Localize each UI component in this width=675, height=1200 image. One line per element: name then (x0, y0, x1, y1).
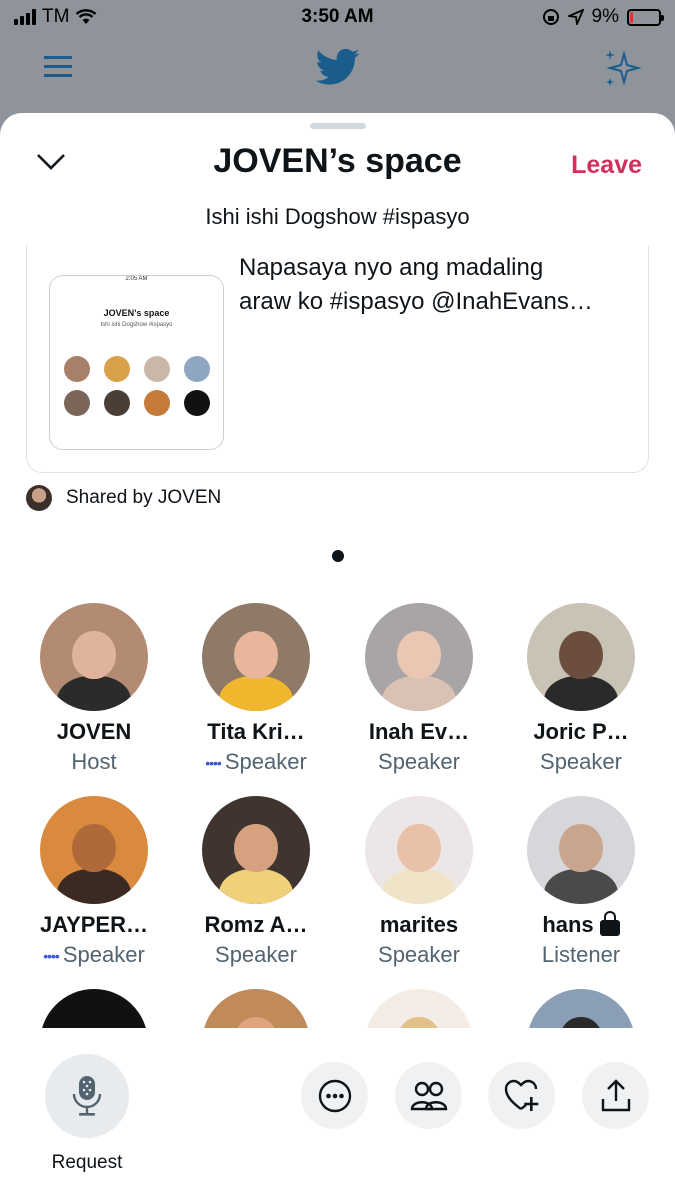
avatar (527, 796, 635, 904)
share-icon (601, 1078, 630, 1111)
participant-name: Romz A… (175, 912, 337, 938)
participant-tile[interactable]: hans Listener (500, 796, 662, 968)
avatar (26, 485, 52, 511)
avatar (40, 603, 148, 711)
status-right: 9% (542, 6, 664, 28)
participant-tile[interactable] (338, 989, 500, 1028)
participant-role-text: Speaker (378, 942, 460, 967)
space-sheet: JOVEN’s space Leave Ishi ishi Dogshow #i… (0, 113, 675, 1200)
participant-role: Listener (500, 942, 662, 968)
participant-name-text: Inah Ev… (368, 719, 470, 744)
participant-tile[interactable] (13, 989, 175, 1028)
participant-tile[interactable]: Inah Ev… Speaker (338, 603, 500, 775)
participant-role: •••• Speaker (175, 749, 337, 775)
request-label: Request (51, 1152, 123, 1173)
participant-tile[interactable] (500, 989, 662, 1028)
space-controls: Request (0, 1028, 675, 1200)
participant-role: Host (13, 749, 175, 775)
participant-tile[interactable]: Joric P… Speaker (500, 603, 662, 775)
page-indicator (332, 550, 344, 562)
avatar (365, 796, 473, 904)
participant-name-text: JOVEN (56, 719, 132, 744)
participant-tile[interactable]: Tita Kri… •••• Speaker (175, 603, 337, 775)
participant-role-text: Speaker (215, 942, 297, 967)
participant-role: •••• Speaker (13, 942, 175, 968)
participant-role: Speaker (338, 942, 500, 968)
tweet-text-line: Napasaya nyo ang madaling (239, 254, 544, 281)
avatar (527, 603, 635, 711)
battery-icon (627, 8, 664, 26)
app-bar (0, 34, 675, 114)
more-button[interactable] (301, 1062, 368, 1129)
speaking-indicator-icon: •••• (205, 755, 222, 772)
avatar (527, 989, 635, 1028)
participant-name: hans (500, 911, 662, 938)
twitter-bird-icon (316, 48, 360, 85)
menu-icon[interactable] (44, 54, 72, 80)
participant-tile[interactable]: JOVEN Host (13, 603, 175, 775)
status-bar: TM 3:50 AM 9% (0, 0, 675, 34)
participant-tile[interactable]: marites Speaker (338, 796, 500, 968)
participant-role-text: Speaker (378, 749, 460, 774)
participant-name: JOVEN (13, 719, 175, 745)
tweet-text: Napasaya nyo ang madaling araw ko #ispas… (239, 251, 639, 319)
participant-role-text: Host (71, 749, 117, 774)
tweet-text-line: araw ko #ispasyo @InahEvans… (239, 288, 593, 315)
participant-tile[interactable] (175, 989, 337, 1028)
heart-plus-icon (504, 1079, 538, 1111)
avatar (202, 796, 310, 904)
more-icon (318, 1079, 351, 1112)
participant-role: Speaker (175, 942, 337, 968)
request-button[interactable] (45, 1054, 129, 1138)
share-button[interactable] (582, 1062, 649, 1129)
participant-role-text: Speaker (62, 942, 145, 967)
sheet-grabber[interactable] (310, 123, 366, 129)
shared-by-label: Shared by JOVEN (66, 487, 222, 508)
tweet-thumbnail: 2:05 AM JOVEN’s space Ishi ishi Dogshow … (49, 275, 224, 450)
participant-name-text: Tita Kri… (207, 719, 305, 744)
shared-tweet-card[interactable]: 2:05 AM JOVEN’s space Ishi ishi Dogshow … (26, 245, 649, 473)
avatar (202, 603, 310, 711)
participant-name-text: JAYPER… (39, 912, 148, 937)
participants-grid: JOVEN Host Tita Kri… •••• Speaker Inah Ev… Spe… (0, 603, 675, 1028)
participant-tile[interactable]: JAYPER… •••• Speaker (13, 796, 175, 968)
microphone-icon (72, 1076, 102, 1116)
participant-name: Joric P… (500, 719, 662, 745)
participant-name-text: Joric P… (533, 719, 629, 744)
participants-button[interactable] (395, 1062, 462, 1129)
participant-name: Inah Ev… (338, 719, 500, 745)
avatar (365, 989, 473, 1028)
sparkle-icon[interactable] (602, 48, 642, 88)
avatar (365, 603, 473, 711)
react-button[interactable] (488, 1062, 555, 1129)
avatar (202, 989, 310, 1028)
speaking-indicator-icon: •••• (43, 948, 60, 965)
thumbnail-title: JOVEN’s space (103, 308, 170, 318)
participant-role-text: Speaker (540, 749, 622, 774)
leave-button[interactable]: Leave (571, 151, 642, 180)
participant-name: marites (338, 912, 500, 938)
thumbnail-status-time: 2:05 AM (50, 276, 223, 298)
shared-by: Shared by JOVEN (26, 485, 221, 511)
thumbnail-subtitle: Ishi ishi Dogshow #ispasyo (100, 322, 173, 328)
participant-role-text: Listener (541, 942, 621, 967)
participant-role-text: Speaker (224, 749, 307, 774)
avatar (40, 796, 148, 904)
thumbnail-avatars (58, 356, 216, 416)
participant-role: Speaker (500, 749, 662, 775)
participant-tile[interactable]: Romz A… Speaker (175, 796, 337, 968)
participant-name-text: marites (379, 912, 459, 937)
avatar (40, 989, 148, 1028)
people-icon (410, 1081, 447, 1110)
participant-name: JAYPER… (13, 912, 175, 938)
battery-percent: 9% (591, 6, 619, 27)
participant-name: Tita Kri… (175, 719, 337, 745)
lock-icon (599, 911, 620, 937)
orientation-lock-icon (542, 9, 559, 25)
participant-name-text: hans (542, 912, 594, 937)
participant-name-text: Romz A… (204, 912, 308, 937)
space-subtitle: Ishi ishi Dogshow #ispasyo (205, 204, 470, 229)
participant-role: Speaker (338, 749, 500, 775)
location-icon (567, 9, 584, 25)
